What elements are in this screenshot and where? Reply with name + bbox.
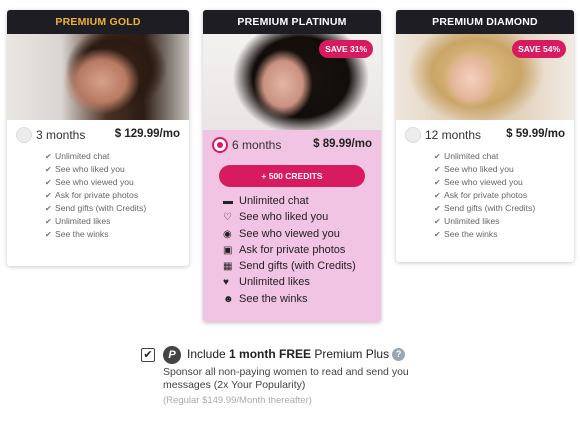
heart-icon: ♥ xyxy=(223,277,229,289)
check-icon: ✔ xyxy=(434,191,441,200)
premium-plus-price-note: (Regular $149.99/Month thereafter) xyxy=(163,395,312,406)
feature-item: ✔ Send gifts (with Credits) xyxy=(45,203,147,213)
plan-option-gold[interactable]: 3 months $ 129.99/mo xyxy=(7,120,189,150)
plan-photo-gold xyxy=(7,34,189,120)
check-icon: ✔ xyxy=(45,217,52,226)
feature-item: ♥ Unlimited likes xyxy=(223,274,381,290)
plan-photo-diamond: SAVE 54% xyxy=(396,34,574,120)
check-icon: ✔ xyxy=(434,178,441,187)
save-badge-diamond: SAVE 54% xyxy=(512,40,566,58)
plan-price-platinum: $ 89.99/mo xyxy=(313,138,372,150)
feature-item: ✔ Unlimited chat xyxy=(434,151,499,161)
lock-icon: ▣ xyxy=(223,244,233,256)
feature-item: ✔ Unlimited likes xyxy=(434,216,500,226)
premium-plus-logo-icon: P xyxy=(163,346,181,364)
plan-duration-platinum: 6 months xyxy=(232,138,282,152)
feature-item: ✔ See who liked you xyxy=(45,164,125,174)
plan-photo-platinum: SAVE 31% xyxy=(203,34,381,130)
plan-title-diamond: PREMIUM DIAMOND xyxy=(396,10,574,34)
heart-outline-icon: ♡ xyxy=(223,212,232,224)
feature-item: ▣ Ask for private photos xyxy=(223,242,381,258)
plan-duration-gold: 3 months xyxy=(36,128,86,142)
plan-card-diamond[interactable]: PREMIUM DIAMOND SAVE 54% 12 months $ 59.… xyxy=(396,10,574,262)
feature-item: ▬ Unlimited chat xyxy=(223,193,381,209)
plan-radio-platinum[interactable] xyxy=(212,137,228,153)
plan-card-gold[interactable]: PREMIUM GOLD 3 months $ 129.99/mo ✔ Unlim… xyxy=(7,10,189,266)
feature-item: ✔ Send gifts (with Credits) xyxy=(434,203,536,213)
check-icon: ✔ xyxy=(434,152,441,161)
credits-button[interactable]: + 500 CREDITS xyxy=(219,165,365,187)
feature-item: ✔ Ask for private photos xyxy=(45,190,139,200)
check-icon: ✔ xyxy=(45,230,52,239)
plan-option-diamond[interactable]: 12 months $ 59.99/mo xyxy=(396,120,574,150)
gift-icon: ▦ xyxy=(223,261,233,273)
feature-item: ✔ See the winks xyxy=(434,229,498,239)
check-icon: ✔ xyxy=(434,204,441,213)
plan-duration-diamond: 12 months xyxy=(425,128,482,142)
wink-icon: ☻ xyxy=(223,293,234,305)
check-icon: ✔ xyxy=(45,165,52,174)
check-icon: ✔ xyxy=(434,165,441,174)
premium-plus-checkbox[interactable]: ✔ xyxy=(141,348,155,362)
feature-item: ◉ See who viewed you xyxy=(223,226,381,242)
feature-item: ✔ See who viewed you xyxy=(434,177,523,187)
feature-item: ☻ See the winks xyxy=(223,291,381,307)
feature-list-diamond: ✔ Unlimited chat ✔ See who liked you ✔ See … xyxy=(396,150,574,241)
feature-item: ✔ See who viewed you xyxy=(45,177,134,187)
feature-item: ✔ Unlimited chat xyxy=(45,151,110,161)
feature-item: ✔ Unlimited likes xyxy=(45,216,111,226)
feature-item: ♡ See who liked you xyxy=(223,209,381,225)
help-icon[interactable]: ? xyxy=(392,348,406,361)
feature-list-gold: ✔ Unlimited chat ✔ See who liked you ✔ See … xyxy=(7,150,189,241)
feature-item: ✔ See the winks xyxy=(45,229,109,239)
plan-price-diamond: $ 59.99/mo xyxy=(506,128,565,140)
plan-option-platinum[interactable]: 6 months $ 89.99/mo xyxy=(203,130,381,160)
eye-icon: ◉ xyxy=(223,228,232,240)
chat-icon: ▬ xyxy=(223,196,233,207)
subscription-plans-page: PREMIUM GOLD 3 months $ 129.99/mo ✔ Unlim… xyxy=(0,0,580,428)
save-badge-platinum: SAVE 31% xyxy=(319,40,373,58)
check-icon: ✔ xyxy=(434,217,441,226)
feature-list-platinum: ▬ Unlimited chat ♡ See who liked you ◉ See … xyxy=(203,187,381,307)
check-icon: ✔ xyxy=(45,191,52,200)
check-icon: ✔ xyxy=(434,230,441,239)
feature-item: ▦ Send gifts (with Credits) xyxy=(223,258,381,274)
check-icon: ✔ xyxy=(45,204,52,213)
plan-radio-diamond[interactable] xyxy=(405,127,421,143)
plan-radio-gold[interactable] xyxy=(16,127,32,143)
feature-item: ✔ See who liked you xyxy=(434,164,514,174)
check-icon: ✔ xyxy=(45,152,52,161)
plan-card-platinum[interactable]: PREMIUM PLATINUM SAVE 31% 6 months $ 89.… xyxy=(203,10,381,322)
plan-title-gold: PREMIUM GOLD xyxy=(7,10,189,34)
plan-price-gold: $ 129.99/mo xyxy=(114,128,180,140)
plan-title-platinum: PREMIUM PLATINUM xyxy=(203,10,381,34)
check-icon: ✔ xyxy=(45,178,52,187)
feature-item: ✔ Ask for private photos xyxy=(434,190,528,200)
premium-plus-title: Include 1 month FREE Premium Plus? xyxy=(187,347,406,361)
premium-plus-description: Sponsor all non-paying women to read and… xyxy=(163,366,409,391)
